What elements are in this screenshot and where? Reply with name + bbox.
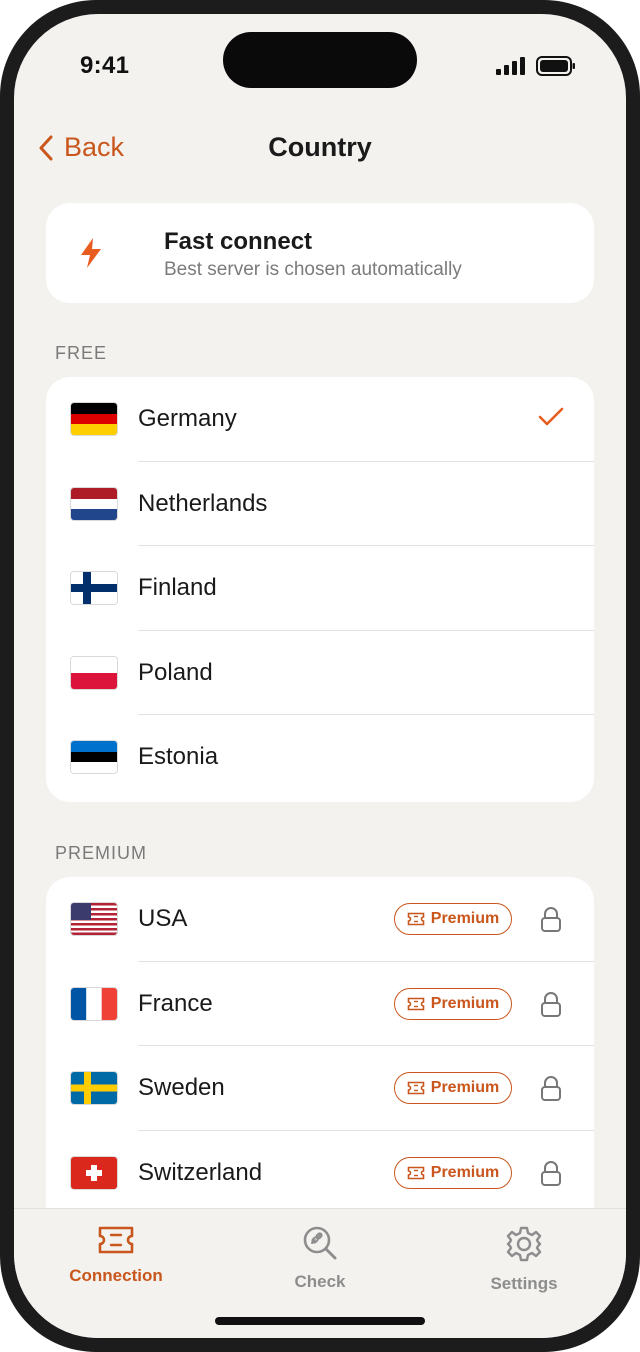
magnifier-link-icon [303,1226,337,1260]
fast-connect-subtitle: Best server is chosen automatically [164,259,462,280]
premium-badge-label: Premium [430,1079,500,1097]
poland-flag-icon [71,656,117,689]
back-label: Back [64,132,125,162]
country-row-germany[interactable]: Germany [46,377,594,462]
tab-label: Settings [490,1274,558,1293]
premium-badge-label: Premium [430,910,500,927]
country-row-switzerland[interactable]: Switzerland Premium [46,1131,594,1216]
premium-badge[interactable]: Premium [394,903,512,935]
switzerland-flag-icon [71,1156,117,1189]
country-row-france[interactable]: France Premium [46,962,594,1047]
ticket-icon [98,1226,134,1254]
country-name: Switzerland [138,1158,263,1186]
tab-label: Connection [69,1266,163,1285]
country-name: Sweden [138,1074,225,1102]
premium-badge-label: Premium [430,994,500,1012]
lock-icon [541,1076,561,1102]
country-row-poland[interactable]: Poland [46,631,594,716]
germany-flag-icon [71,403,117,435]
checkmark-icon [538,407,564,426]
lock-icon [541,991,561,1017]
tab-check[interactable]: Check [245,1225,395,1292]
status-icons [496,56,576,76]
premium-badge[interactable]: Premium [394,987,512,1020]
chevron-left-icon [39,135,53,160]
home-indicator [215,1317,425,1325]
tab-label: Check [294,1272,346,1291]
country-name: Estonia [138,743,219,771]
dynamic-island [223,32,417,88]
usa-flag-icon [71,903,117,935]
back-button[interactable]: Back [38,132,124,163]
lock-icon [541,907,561,932]
sweden-flag-icon [71,1072,117,1105]
premium-badge[interactable]: Premium [394,1072,512,1105]
screen: 9:41 Back Country Fast connect Best serv… [14,14,626,1338]
netherlands-flag-icon [71,487,117,520]
gear-icon [506,1226,542,1262]
signal-icon [496,57,525,75]
battery-icon [536,56,575,76]
country-row-netherlands[interactable]: Netherlands [46,462,594,547]
country-row-sweden[interactable]: Sweden Premium [46,1046,594,1131]
france-flag-icon [71,987,117,1020]
lightning-bolt-icon [81,238,101,268]
country-name: Netherlands [138,489,268,517]
free-section-label: FREE [55,343,108,363]
ticket-icon [407,997,425,1010]
country-row-finland[interactable]: Finland [46,546,594,631]
fast-connect-card[interactable]: Fast connect Best server is chosen autom… [46,203,594,303]
free-country-list: Germany Netherlands Finland Poland Eston… [46,377,594,802]
premium-section-label: PREMIUM [55,843,147,863]
country-name: Finland [138,574,217,602]
tab-connection[interactable]: Connection [41,1225,191,1286]
finland-flag-icon [71,572,117,605]
country-name: USA [138,905,188,932]
phone-frame: 9:41 Back Country Fast connect Best serv… [0,0,640,1352]
country-row-usa[interactable]: USA Premium [46,877,594,962]
ticket-icon [407,1166,425,1180]
estonia-flag-icon [71,741,117,774]
premium-badge[interactable]: Premium [394,1156,512,1189]
tab-settings[interactable]: Settings [449,1225,599,1294]
premium-badge-label: Premium [430,1163,500,1181]
lock-icon [541,1160,561,1186]
fast-connect-title: Fast connect [164,228,313,255]
country-row-estonia[interactable]: Estonia [46,715,594,800]
country-name: Poland [138,658,213,686]
status-time: 9:41 [80,52,130,79]
ticket-icon [407,1081,425,1095]
country-name: Germany [138,405,237,432]
country-name: France [138,989,213,1017]
ticket-icon [407,912,425,926]
